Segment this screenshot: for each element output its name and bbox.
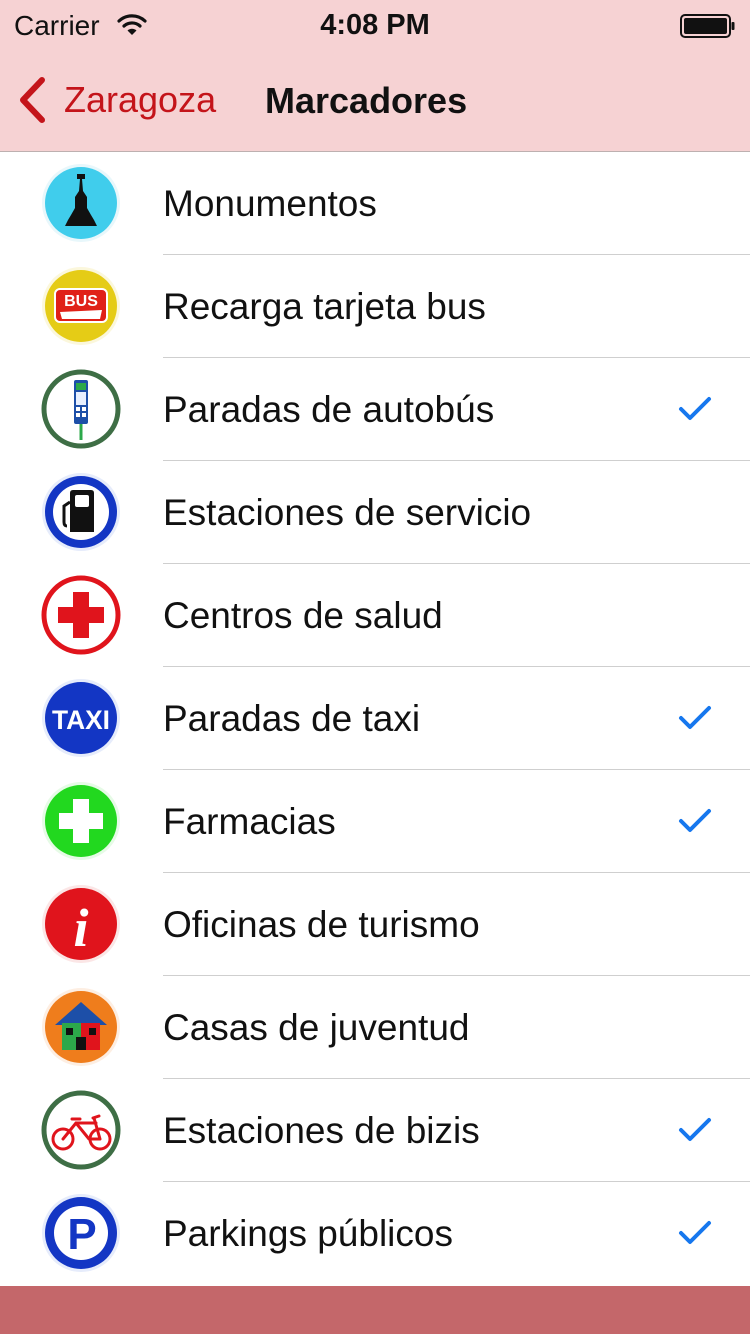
item-label: Estaciones de bizis — [163, 1110, 480, 1151]
list-item-paradas-taxi[interactable]: TAXI Paradas de taxi — [0, 667, 750, 770]
header: Carrier 4:08 PM Zaragoza Marcadores — [0, 0, 750, 152]
item-label: Centros de salud — [163, 595, 443, 636]
back-chevron-icon — [20, 77, 45, 123]
checkmark-icon — [679, 1118, 711, 1141]
pharmacy-icon — [38, 781, 124, 861]
item-label: Paradas de taxi — [163, 698, 421, 739]
list-item-oficinas-turismo[interactable]: i Oficinas de turismo — [0, 873, 750, 976]
battery-icon — [680, 14, 735, 38]
list-item-centros-salud[interactable]: Centros de salud — [0, 564, 750, 667]
checkmark-icon — [679, 1221, 711, 1244]
status-bar: Carrier 4:08 PM — [0, 0, 750, 50]
markers-list: Monumentos BUS Recarga tarjeta bus Parad… — [0, 152, 750, 1286]
monument-icon — [38, 163, 124, 243]
bike-station-icon — [38, 1090, 124, 1170]
bottom-toolbar — [0, 1286, 750, 1334]
list-item-recarga-tarjeta-bus[interactable]: BUS Recarga tarjeta bus — [0, 255, 750, 358]
status-time: 4:08 PM — [320, 9, 430, 41]
back-button[interactable]: Zaragoza — [14, 74, 216, 126]
item-label: Recarga tarjeta bus — [163, 286, 486, 327]
nav-bar: Zaragoza Marcadores — [0, 50, 750, 152]
item-label: Monumentos — [163, 183, 377, 224]
list-item-estaciones-bizis[interactable]: Estaciones de bizis — [0, 1079, 750, 1182]
youth-house-icon — [38, 987, 124, 1067]
health-center-icon — [38, 575, 124, 655]
item-label: Oficinas de turismo — [163, 904, 480, 945]
item-label: Paradas de autobús — [163, 389, 495, 430]
item-label: Farmacias — [163, 801, 336, 842]
tourism-info-icon: i — [38, 884, 124, 964]
checkmark-icon — [679, 809, 711, 832]
taxi-text: TAXI — [52, 705, 110, 735]
taxi-icon: TAXI — [38, 678, 124, 758]
info-text: i — [73, 898, 88, 958]
list-item-farmacias[interactable]: Farmacias — [0, 770, 750, 873]
item-label: Parkings públicos — [163, 1213, 453, 1254]
parking-icon: P — [38, 1193, 124, 1273]
bus-stop-icon — [38, 369, 124, 449]
checkmark-icon — [679, 706, 711, 729]
checkmark-icon — [679, 397, 711, 420]
page-title: Marcadores — [265, 80, 468, 121]
item-label: Casas de juventud — [163, 1007, 470, 1048]
list-item-estaciones-servicio[interactable]: Estaciones de servicio — [0, 461, 750, 564]
list-item-casas-juventud[interactable]: Casas de juventud — [0, 976, 750, 1079]
item-label: Estaciones de servicio — [163, 492, 532, 533]
list-item-monumentos[interactable]: Monumentos — [0, 152, 750, 255]
list-item-parkings-publicos[interactable]: P Parkings públicos — [0, 1182, 750, 1285]
bus-card-text: BUS — [64, 293, 98, 310]
gas-station-icon — [38, 472, 124, 552]
bus-card-icon: BUS — [38, 266, 124, 346]
list-item-paradas-autobus[interactable]: Paradas de autobús — [0, 358, 750, 461]
parking-text: P — [67, 1210, 96, 1259]
back-label: Zaragoza — [64, 79, 217, 120]
